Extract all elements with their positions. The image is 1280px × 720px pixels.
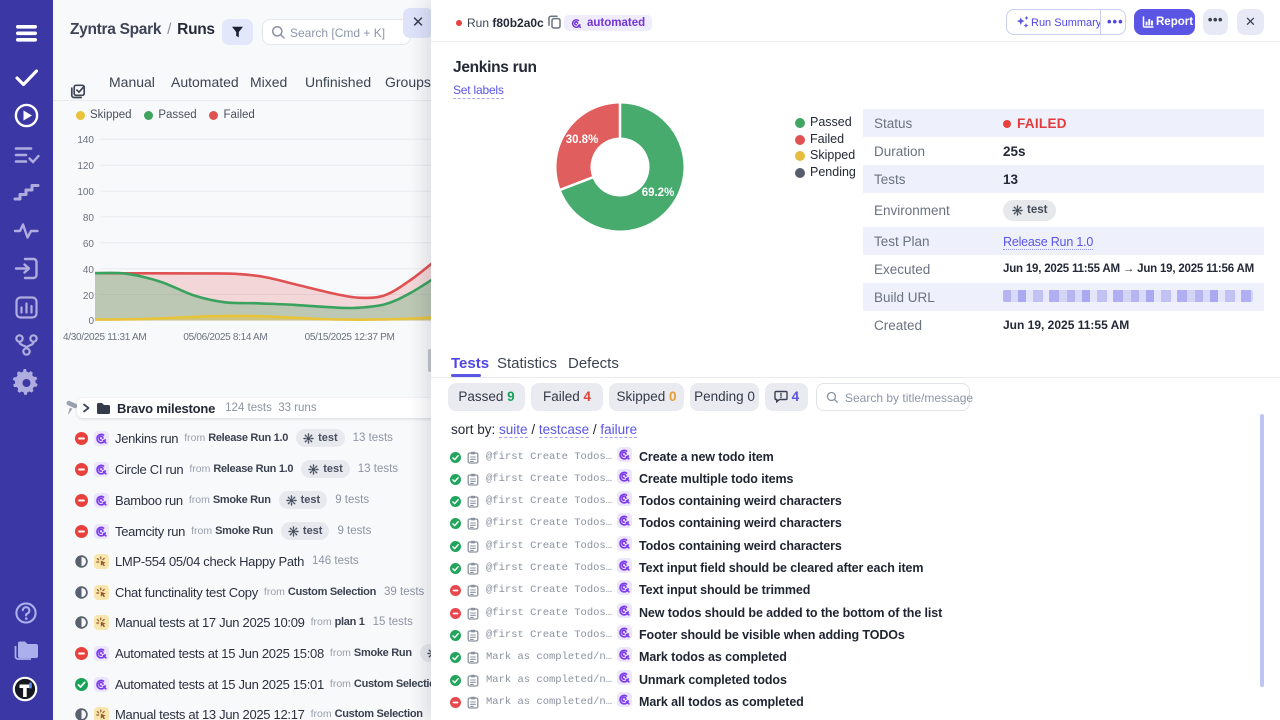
svg-text:4/30/2025 11:31 AM: 4/30/2025 11:31 AM	[63, 332, 146, 343]
svg-text:05/15/2025 12:37 PM: 05/15/2025 12:37 PM	[305, 332, 395, 343]
svg-text:80: 80	[83, 213, 95, 224]
svg-text:40: 40	[83, 265, 95, 276]
svg-text:140: 140	[77, 135, 94, 146]
svg-text:69.2%: 69.2%	[642, 187, 675, 199]
svg-text:30.8%: 30.8%	[566, 134, 599, 146]
svg-text:0: 0	[88, 316, 94, 327]
svg-text:60: 60	[83, 239, 95, 250]
svg-text:120: 120	[77, 161, 94, 172]
svg-text:20: 20	[83, 291, 95, 302]
svg-text:05/06/2025 8:14 AM: 05/06/2025 8:14 AM	[183, 332, 267, 343]
svg-text:100: 100	[77, 187, 94, 198]
